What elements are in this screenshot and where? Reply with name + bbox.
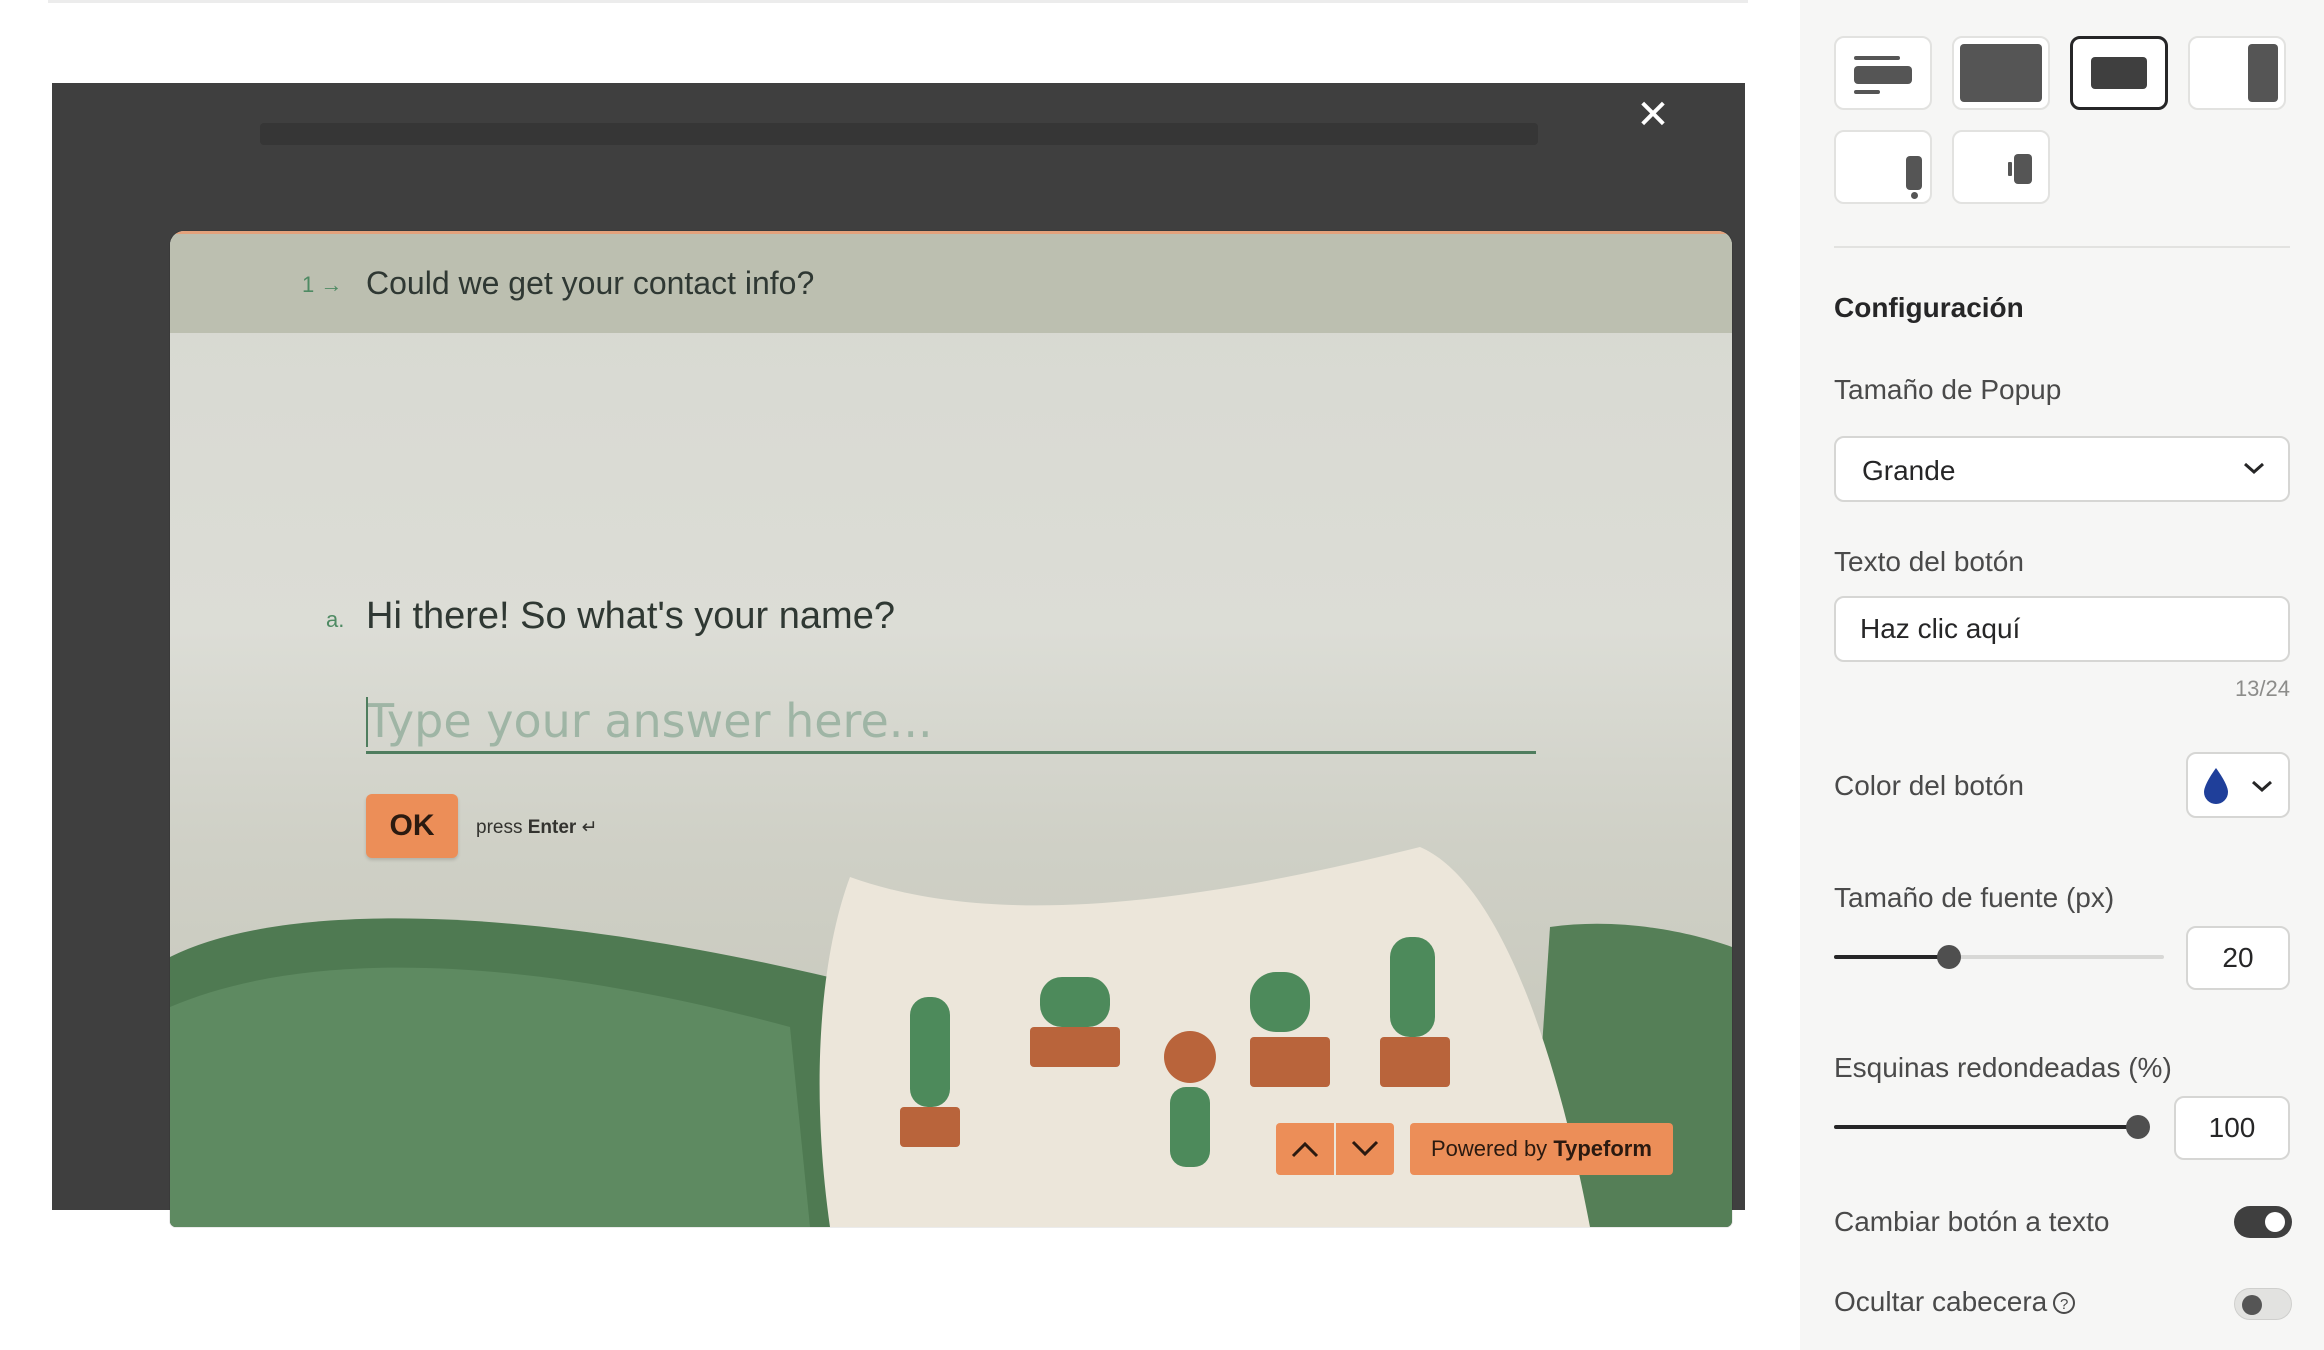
panel-divider (1834, 246, 2290, 248)
text-caret (366, 697, 368, 747)
corners-label: Esquinas redondeadas (%) (1834, 1052, 2172, 1083)
layout-option-side-tab[interactable] (1952, 130, 2050, 204)
question-text: Hi there! So what's your name? (366, 595, 895, 637)
popup-backdrop: ✕ 1 → Could we get your contact info? a.… (52, 83, 1745, 1227)
header-question-number: 1 → (302, 272, 343, 297)
color-drop-icon (2204, 768, 2228, 804)
layout-option-side-panel[interactable] (2188, 36, 2286, 110)
popup-header: 1 → Could we get your contact info? (170, 234, 1732, 333)
corners-input[interactable]: 100 (2174, 1096, 2290, 1160)
press-enter-hint: press Enter ↵ (476, 817, 598, 838)
corners-slider[interactable] (1834, 1112, 2150, 1142)
question-label: a. (326, 607, 345, 632)
ok-button[interactable]: OK (366, 794, 458, 858)
font-size-slider-knob[interactable] (1937, 945, 1961, 969)
corners-slider-knob[interactable] (2126, 1115, 2150, 1139)
button-color-picker[interactable] (2186, 752, 2290, 818)
section-title: Configuración (1834, 292, 2024, 323)
toggle-knob (2242, 1295, 2262, 1315)
next-question-button[interactable] (1336, 1123, 1394, 1175)
font-size-label: Tamaño de fuente (px) (1834, 882, 2115, 913)
question-navigation (1276, 1123, 1394, 1175)
chevron-up-icon (1291, 1141, 1319, 1158)
typeform-popup: 1 → Could we get your contact info? a. H… (170, 231, 1732, 1227)
layout-option-popover[interactable] (1834, 130, 1932, 204)
button-to-text-toggle[interactable] (2234, 1206, 2292, 1238)
button-text-label: Texto del botón (1834, 546, 2024, 577)
button-to-text-label: Cambiar botón a texto (1834, 1206, 2110, 1237)
hide-header-toggle[interactable] (2234, 1288, 2292, 1320)
popup-size-label: Tamaño de Popup (1834, 374, 2062, 405)
chevron-down-icon (2252, 780, 2272, 793)
button-color-label: Color del botón (1834, 770, 2024, 801)
font-size-input[interactable]: 20 (2186, 926, 2290, 990)
previous-question-button[interactable] (1276, 1123, 1334, 1175)
char-counter: 13/24 (2234, 676, 2290, 701)
popup-size-value: Grande (1862, 455, 1956, 486)
layout-option-popup[interactable] (2070, 36, 2168, 110)
chevron-down-icon (1351, 1140, 1379, 1157)
hide-header-label: Ocultar cabecera? (1834, 1286, 2076, 1318)
close-icon[interactable]: ✕ (1631, 93, 1675, 137)
settings-panel: Configuración Tamaño de Popup Grande Tex… (1800, 0, 2324, 1350)
button-text-input[interactable] (1834, 596, 2290, 662)
answer-input[interactable] (366, 691, 1536, 754)
font-size-slider[interactable] (1834, 942, 2164, 972)
help-icon[interactable]: ? (2053, 1292, 2076, 1314)
preview-top-divider (48, 0, 1748, 3)
popup-size-select[interactable]: Grande (1834, 436, 2290, 502)
preview-area: ✕ 1 → Could we get your contact info? a.… (0, 0, 1790, 1350)
backdrop-page-strip (260, 123, 1538, 145)
powered-by-typeform-link[interactable]: Powered by Typeform (1410, 1123, 1673, 1175)
layout-option-banner[interactable] (1834, 36, 1932, 110)
font-size-slider-fill (1834, 955, 1949, 959)
header-title: Could we get your contact info? (366, 265, 815, 301)
chevron-down-icon (2244, 462, 2264, 475)
layout-option-fullpage[interactable] (1952, 36, 2050, 110)
toggle-knob (2265, 1212, 2285, 1232)
corners-slider-fill (1834, 1125, 2138, 1129)
